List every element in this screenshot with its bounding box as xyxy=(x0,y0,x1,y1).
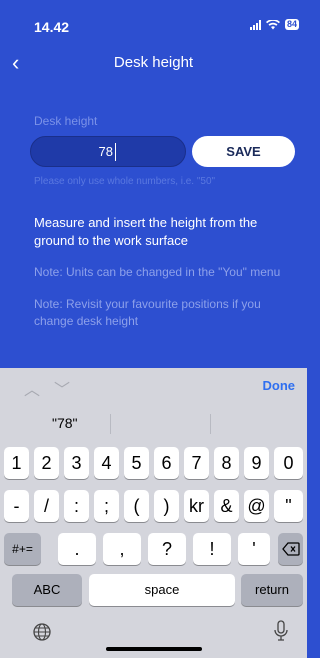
chevron-up-icon[interactable]: ︿ xyxy=(24,376,40,400)
key-space[interactable]: space xyxy=(89,574,235,606)
key-symbols-toggle[interactable]: #+= xyxy=(4,533,41,565)
chevron-down-icon[interactable]: ﹀ xyxy=(54,376,70,400)
key-semicolon[interactable]: ; xyxy=(94,490,119,522)
input-hint: Please only use whole numbers, i.e. "50" xyxy=(34,176,216,187)
key-abc[interactable]: ABC xyxy=(12,574,82,606)
key-5[interactable]: 5 xyxy=(124,447,149,479)
key-7[interactable]: 7 xyxy=(184,447,209,479)
key-colon[interactable]: : xyxy=(64,490,89,522)
save-button[interactable]: SAVE xyxy=(192,136,295,167)
nav-bar: ‹ Desk height xyxy=(0,40,307,85)
key-1[interactable]: 1 xyxy=(4,447,29,479)
key-at[interactable]: @ xyxy=(244,490,269,522)
key-quote[interactable]: " xyxy=(274,490,303,522)
key-kr[interactable]: kr xyxy=(184,490,209,522)
key-8[interactable]: 8 xyxy=(214,447,239,479)
key-4[interactable]: 4 xyxy=(94,447,119,479)
key-2[interactable]: 2 xyxy=(34,447,59,479)
key-3[interactable]: 3 xyxy=(64,447,89,479)
wifi-icon xyxy=(265,19,280,29)
key-slash[interactable]: / xyxy=(34,490,59,522)
note-units: Note: Units can be changed in the "You" … xyxy=(34,265,281,279)
key-0[interactable]: 0 xyxy=(274,447,303,479)
key-9[interactable]: 9 xyxy=(244,447,269,479)
suggestion-divider xyxy=(110,414,111,434)
backspace-icon[interactable] xyxy=(278,533,303,565)
page-title: Desk height xyxy=(113,54,194,71)
suggestion-item[interactable]: "78" xyxy=(52,415,78,431)
home-indicator xyxy=(106,647,202,651)
suggestion-divider xyxy=(210,414,211,434)
status-time: 14.42 xyxy=(34,19,70,35)
key-exclamation[interactable]: ! xyxy=(193,533,231,565)
keyboard-accessory-bar: ︿ ﹀ Done xyxy=(0,368,307,406)
measure-instructions: Measure and insert the height from the g… xyxy=(34,215,258,248)
key-apostrophe[interactable]: ' xyxy=(238,533,270,565)
key-open-paren[interactable]: ( xyxy=(124,490,149,522)
note-positions: Note: Revisit your favourite positions i… xyxy=(34,297,261,328)
key-return[interactable]: return xyxy=(241,574,303,606)
key-close-paren[interactable]: ) xyxy=(154,490,179,522)
text-caret xyxy=(115,143,116,161)
status-bar: 14.42 84 xyxy=(0,0,307,40)
key-dash[interactable]: - xyxy=(4,490,29,522)
microphone-icon[interactable] xyxy=(273,620,289,642)
desk-height-input[interactable]: 78 xyxy=(30,136,186,167)
battery-icon: 84 xyxy=(284,19,299,30)
key-6[interactable]: 6 xyxy=(154,447,179,479)
key-question[interactable]: ? xyxy=(148,533,186,565)
desk-height-value: 78 xyxy=(98,144,113,159)
suggestion-bar: "78" xyxy=(0,406,307,440)
done-button[interactable]: Done xyxy=(263,378,296,393)
keyboard: "78" 1 2 3 4 5 6 7 8 9 0 - / : ; ( ) kr … xyxy=(0,406,307,658)
key-period[interactable]: . xyxy=(58,533,96,565)
status-icons: 84 xyxy=(249,19,299,30)
key-ampersand[interactable]: & xyxy=(214,490,239,522)
key-comma[interactable]: , xyxy=(103,533,141,565)
main-content: Desk height 78 SAVE Please only use whol… xyxy=(0,84,307,368)
globe-icon[interactable] xyxy=(32,622,52,642)
desk-height-label: Desk height xyxy=(34,114,98,128)
signal-icon xyxy=(249,19,261,30)
